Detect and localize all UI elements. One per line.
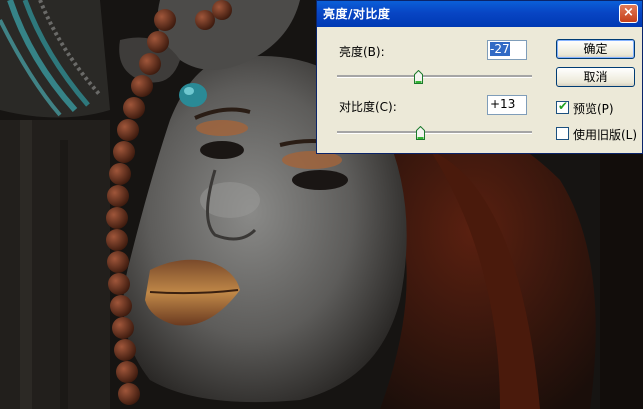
contrast-slider-thumb[interactable]: [416, 126, 426, 140]
contrast-label: 对比度(C):: [339, 100, 397, 114]
brightness-field[interactable]: -27: [487, 40, 527, 60]
brightness-contrast-dialog: 亮度/对比度 × 亮度(B): -27 对比度(C): +13 确定 取消 ✔ …: [316, 0, 643, 154]
close-button[interactable]: ×: [619, 4, 638, 23]
use-legacy-checkbox[interactable]: [556, 127, 569, 140]
use-legacy-label: 使用旧版(L): [573, 128, 638, 142]
settings-panel: 亮度(B): -27 对比度(C): +13: [319, 27, 540, 151]
brightness-slider-track[interactable]: [337, 75, 532, 78]
preview-checkbox[interactable]: ✔: [556, 99, 569, 114]
contrast-field[interactable]: +13: [487, 95, 527, 115]
brightness-slider-thumb[interactable]: [414, 70, 424, 84]
contrast-value: +13: [490, 97, 516, 111]
brightness-value: -27: [490, 42, 510, 56]
close-icon: ×: [623, 5, 634, 20]
brightness-label: 亮度(B):: [339, 45, 385, 59]
title-bar[interactable]: 亮度/对比度 ×: [317, 1, 642, 27]
dialog-title: 亮度/对比度: [323, 7, 391, 21]
checkmark-icon: ✔: [558, 99, 569, 113]
cancel-button[interactable]: 取消: [556, 67, 635, 87]
contrast-slider-track[interactable]: [337, 131, 532, 134]
preview-label: 预览(P): [573, 102, 614, 116]
ok-button[interactable]: 确定: [556, 39, 635, 59]
